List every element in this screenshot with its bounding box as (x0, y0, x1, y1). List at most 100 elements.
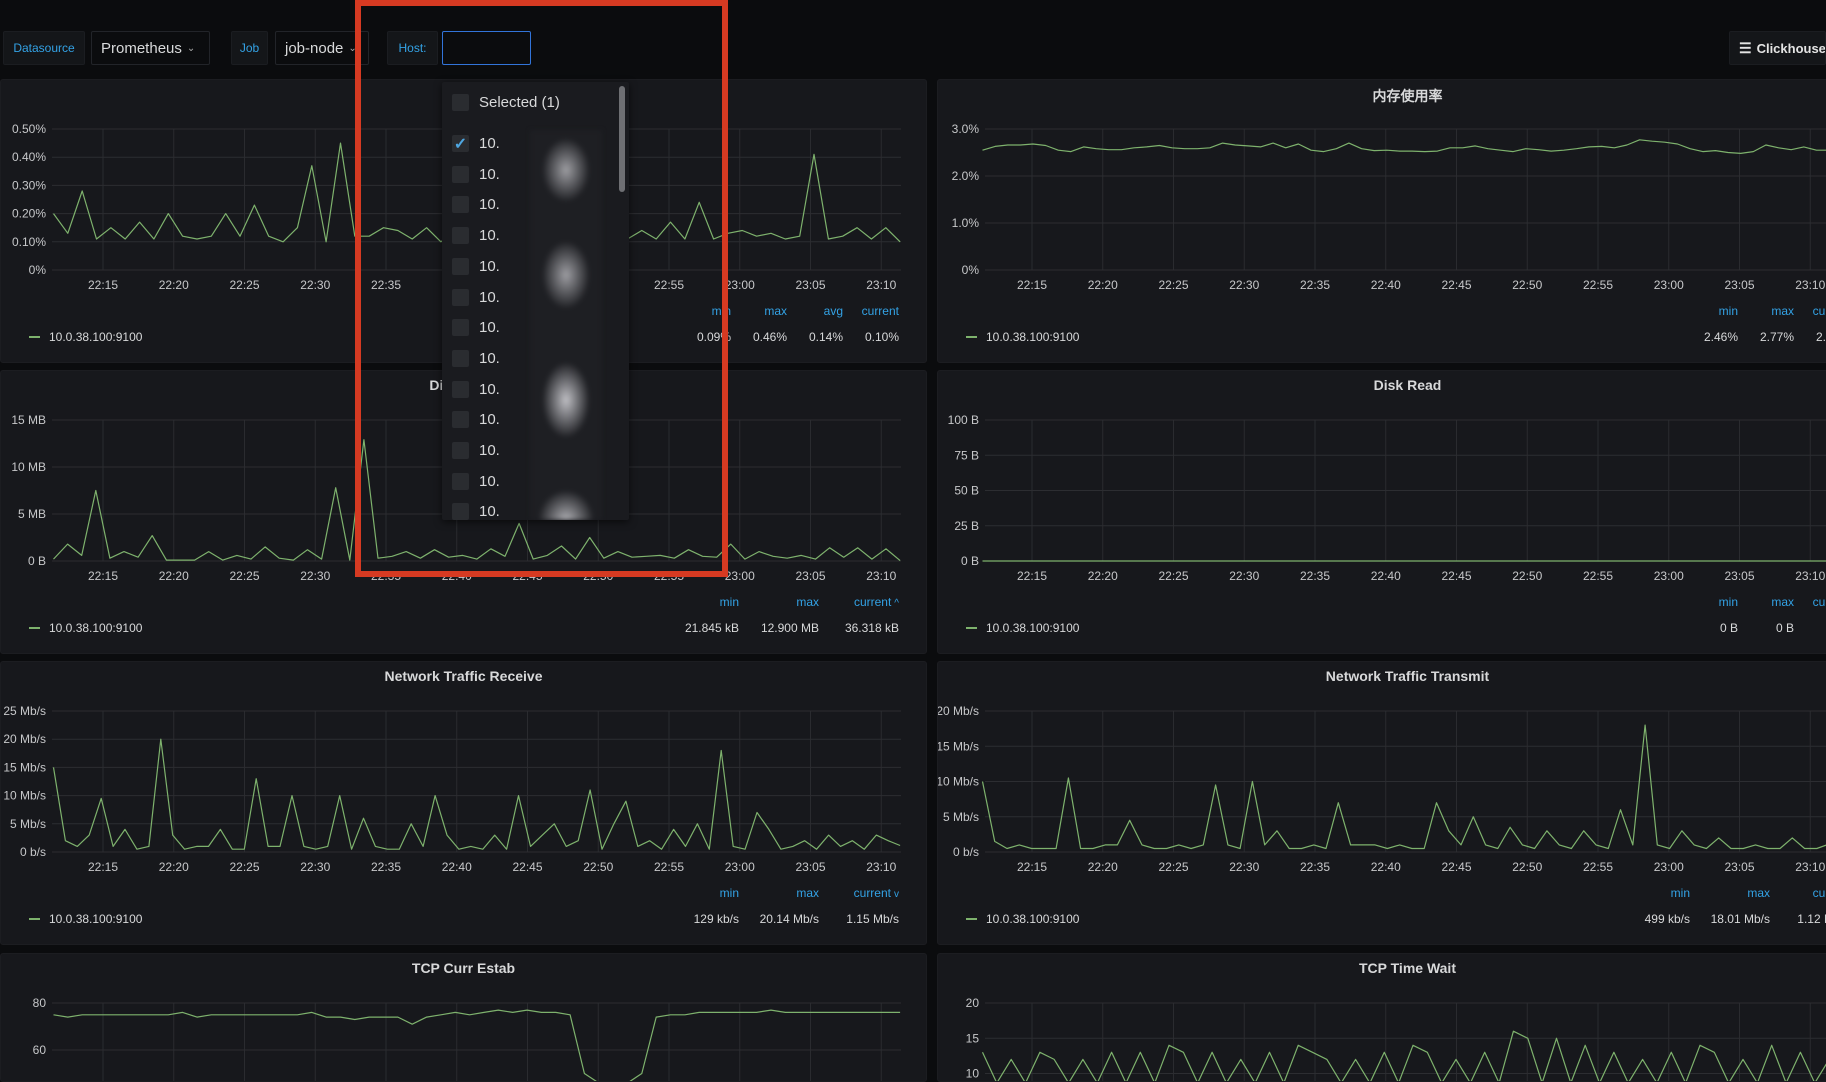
legend-column-max[interactable]: max (739, 595, 819, 609)
checkbox[interactable] (452, 380, 469, 398)
legend-series[interactable]: 10.0.38.100:9100 (966, 912, 1079, 926)
host-option-label: 10. (479, 135, 500, 152)
host-option[interactable]: 10. (452, 196, 500, 214)
checkbox[interactable] (452, 257, 469, 275)
legend-column-max[interactable]: max (1738, 595, 1794, 609)
x-tick-label: 23:10 (1795, 860, 1825, 874)
legend-column-max[interactable]: max (731, 304, 787, 318)
y-tick-label: 0% (29, 263, 47, 277)
legend-column-max[interactable]: max (1738, 304, 1794, 318)
legend-column-current[interactable]: current (1770, 886, 1826, 900)
job-select[interactable]: job-node ⌄ (275, 31, 369, 65)
legend-column-label: max (1771, 304, 1794, 318)
dropdown-scrollbar[interactable] (619, 86, 625, 192)
host-option[interactable]: ✓ 10. (452, 135, 500, 153)
x-tick-label: 22:35 (371, 278, 401, 292)
legend-value-current: 1.12 Mb/s (1797, 912, 1826, 926)
series-color-swatch (29, 627, 40, 629)
y-tick-label: 10 MB (11, 460, 46, 474)
checkbox[interactable] (452, 94, 469, 111)
host-option[interactable]: 10. (452, 472, 500, 490)
legend-value-min: 21.845 kB (684, 621, 739, 635)
legend-series[interactable]: 10.0.38.100:9100 (966, 621, 1079, 635)
y-tick-label: 1.0% (952, 216, 980, 230)
checkbox[interactable] (452, 165, 469, 183)
legend-column-current[interactable]: current v (819, 886, 899, 900)
legend-column-label: current (853, 595, 892, 609)
legend-column-current[interactable]: current (843, 304, 899, 318)
checkbox[interactable] (452, 227, 469, 245)
host-option[interactable]: 10. (452, 319, 500, 337)
host-option[interactable]: 10. (452, 288, 500, 306)
x-tick-label: 22:40 (442, 569, 472, 583)
host-option[interactable]: 10. (452, 165, 500, 183)
host-option[interactable]: 10. (452, 503, 500, 520)
checkbox[interactable] (452, 319, 469, 337)
y-tick-label: 60 (33, 1043, 47, 1057)
legend-column-avg[interactable]: avg (787, 304, 843, 318)
legend-column-label: min (719, 595, 739, 609)
host-option[interactable]: 10. (452, 442, 500, 459)
legend-series[interactable]: 10.0.38.100:9100 (29, 330, 142, 344)
legend-column-current[interactable]: current (1794, 595, 1826, 609)
dropdown-selected-toggle[interactable]: Selected (1) (452, 94, 560, 111)
checkbox[interactable] (452, 411, 469, 429)
host-option[interactable]: 10. (452, 380, 500, 398)
y-tick-label: 15 MB (11, 413, 46, 427)
checkbox-checked[interactable]: ✓ (452, 135, 469, 153)
x-tick-label: 23:10 (866, 860, 896, 874)
legend-header: min max avg current (675, 304, 899, 318)
datasource-variable-label: Datasource (3, 31, 85, 65)
host-option[interactable]: 10. (452, 411, 500, 429)
legend-column-min[interactable]: min (659, 886, 739, 900)
y-tick-label: 15 Mb/s (3, 760, 46, 774)
host-option-label: 10. (479, 411, 500, 429)
host-option-label: 10. (479, 227, 500, 245)
legend-column-min[interactable]: min (675, 304, 731, 318)
legend-column-min[interactable]: min (1610, 886, 1690, 900)
y-tick-label: 10 (966, 1067, 980, 1081)
x-tick-label: 22:20 (1088, 569, 1118, 583)
checkbox[interactable] (452, 472, 469, 490)
checkbox[interactable] (452, 503, 469, 520)
x-tick-label: 22:45 (1441, 860, 1471, 874)
legend-column-current[interactable]: current ^ (819, 595, 899, 609)
legend-series[interactable]: 10.0.38.100:9100 (966, 330, 1079, 344)
checkbox[interactable] (452, 442, 469, 459)
host-option[interactable]: 10. (452, 257, 500, 275)
clickhouse-dashboard-link[interactable]: ☰ Clickhouse (1729, 31, 1826, 65)
graph: 3.0% 2.0% 1.0% 0% 22:15 22:20 22:25 22:30 22:35 2… (952, 122, 1826, 292)
legend-column-max[interactable]: max (739, 886, 819, 900)
y-tick-label: 10 Mb/s (938, 775, 979, 789)
legend-series[interactable]: 10.0.38.100:9100 (29, 912, 142, 926)
y-tick-label: 0 b/s (953, 845, 979, 859)
legend-column-current[interactable]: current (1794, 304, 1826, 318)
legend-values: 499 kb/s 18.01 Mb/s 1.12 Mb/s (1610, 912, 1826, 926)
legend-header: min max current (1682, 595, 1826, 609)
checkbox[interactable] (452, 288, 469, 306)
datasource-select[interactable]: Prometheus ⌄ (91, 31, 210, 65)
x-tick-label: 22:25 (229, 278, 259, 292)
x-tick-label: 22:30 (300, 278, 330, 292)
x-tick-label: 22:55 (654, 860, 684, 874)
legend-value-min: 0.09% (696, 330, 731, 344)
host-option[interactable]: 10. (452, 227, 500, 245)
series-color-swatch (966, 627, 977, 629)
x-tick-label: 22:45 (1441, 569, 1471, 583)
checkbox[interactable] (452, 349, 469, 367)
legend-column-min[interactable]: min (1682, 595, 1738, 609)
legend-series[interactable]: 10.0.38.100:9100 (29, 621, 142, 635)
host-select-input[interactable] (442, 31, 531, 65)
checkbox[interactable] (452, 196, 469, 214)
y-tick-label: 0.50% (12, 122, 46, 136)
legend-column-min[interactable]: min (659, 595, 739, 609)
legend-column-min[interactable]: min (1682, 304, 1738, 318)
host-option[interactable]: 10. (452, 349, 500, 367)
legend-column-max[interactable]: max (1690, 886, 1770, 900)
x-tick-label: 23:00 (725, 860, 755, 874)
x-tick-label: 23:10 (866, 569, 896, 583)
y-tick-label: 100 B (948, 413, 979, 427)
legend-column-label: avg (823, 304, 843, 318)
host-option-label: 10. (479, 472, 500, 490)
series-line (53, 1009, 901, 1081)
